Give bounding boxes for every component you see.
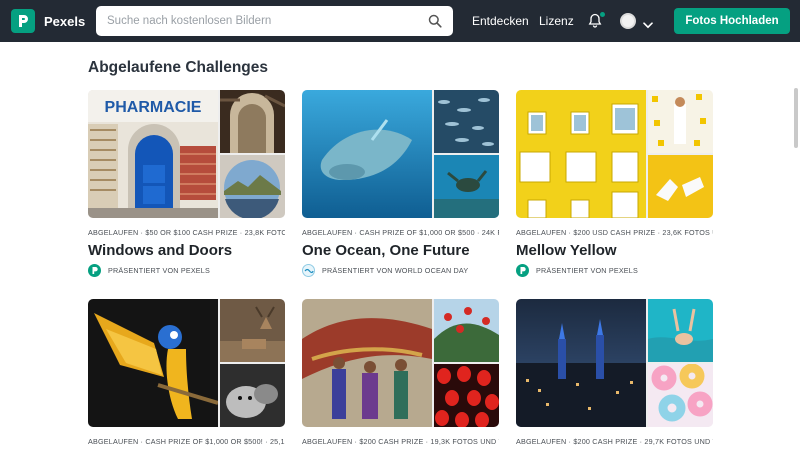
challenge-presenter[interactable]: PRÄSENTIERT VON PEXELS <box>516 264 713 277</box>
world-ocean-day-logo-icon <box>302 264 315 277</box>
challenge-image-mosaic[interactable] <box>302 299 499 427</box>
search-box[interactable] <box>96 6 453 36</box>
dragon-dance-festival-image <box>302 299 432 427</box>
challenge-card[interactable]: PHARMACIE ABGELAUFEN · $50 OR $100 CASH … <box>88 90 285 277</box>
challenge-title[interactable]: One Ocean, One Future <box>302 242 499 259</box>
ornate-window-image <box>220 90 285 153</box>
challenge-card[interactable]: ABGELAUFEN · CASH PRIZE OF $1,000 OR $50… <box>88 299 285 446</box>
challenge-image-mosaic[interactable] <box>88 299 285 427</box>
presenter-label: PRÄSENTIERT VON WORLD OCEAN DAY <box>322 266 469 275</box>
macaw-parrot-image <box>88 299 218 427</box>
challenge-meta: ABGELAUFEN · $200 USD CASH PRIZE · 23,6K… <box>516 228 713 237</box>
upload-photos-button[interactable]: Fotos Hochladen <box>674 8 790 34</box>
challenge-meta: ABGELAUFEN · $50 OR $100 CASH PRIZE · 23… <box>88 228 285 237</box>
deer-image <box>220 299 285 362</box>
pexels-logo[interactable]: Pexels <box>11 9 85 33</box>
challenge-image-mosaic[interactable] <box>516 90 713 218</box>
challenge-meta: ABGELAUFEN · CASH PRIZE OF $1,000 OR $50… <box>302 228 499 237</box>
pool-swimmer-image <box>648 299 713 362</box>
challenge-meta: ABGELAUFEN · $200 CASH PRIZE · 19,3K FOT… <box>302 437 499 446</box>
challenge-meta: ABGELAUFEN · $200 CASH PRIZE · 29,7K FOT… <box>516 437 713 446</box>
pexels-logo-icon <box>88 264 101 277</box>
yellow-pattern-wall-image <box>648 90 713 153</box>
cats-black-white-image <box>220 364 285 427</box>
challenge-title[interactable]: Mellow Yellow <box>516 242 713 259</box>
challenge-card[interactable]: ABGELAUFEN · $200 CASH PRIZE · 19,3K FOT… <box>302 299 499 446</box>
sneakers-yellow-image <box>648 155 713 218</box>
challenge-meta: ABGELAUFEN · CASH PRIZE OF $1,000 OR $50… <box>88 437 285 446</box>
search-icon[interactable] <box>428 14 442 33</box>
avatar[interactable] <box>620 13 636 29</box>
pharmacy-door-image: PHARMACIE <box>88 90 218 218</box>
page-scrollbar[interactable] <box>794 88 798 148</box>
challenge-card[interactable]: ABGELAUFEN · CASH PRIZE OF $1,000 OR $50… <box>302 90 499 277</box>
brand-name: Pexels <box>44 13 86 29</box>
challenge-title[interactable]: Windows and Doors <box>88 242 285 259</box>
challenge-card[interactable]: ABGELAUFEN · $200 CASH PRIZE · 29,7K FOT… <box>516 299 713 446</box>
fish-school-image <box>434 90 499 153</box>
pexels-logo-icon <box>516 264 529 277</box>
donuts-image <box>648 364 713 427</box>
page-title: Abgelaufene Challenges <box>88 59 269 76</box>
city-skyline-night-image <box>516 299 646 427</box>
pexels-logo-icon <box>11 9 35 33</box>
challenge-image-mosaic[interactable] <box>516 299 713 427</box>
challenge-image-mosaic[interactable] <box>302 90 499 218</box>
chevron-down-icon[interactable] <box>643 16 653 34</box>
stingray-image <box>302 90 432 218</box>
svg-text:PHARMACIE: PHARMACIE <box>105 99 202 116</box>
presenter-label: PRÄSENTIERT VON PEXELS <box>108 266 210 275</box>
nav-explore-link[interactable]: Entdecken <box>472 14 529 28</box>
presenter-label: PRÄSENTIERT VON PEXELS <box>536 266 638 275</box>
challenge-presenter[interactable]: PRÄSENTIERT VON WORLD OCEAN DAY <box>302 264 499 277</box>
top-navigation-bar: Pexels Entdecken Lizenz Fotos Hochladen <box>0 0 800 42</box>
challenge-image-mosaic[interactable]: PHARMACIE <box>88 90 285 218</box>
search-input[interactable] <box>107 15 407 27</box>
sea-turtle-image <box>434 155 499 218</box>
red-lanterns-tree-image <box>434 299 499 362</box>
yellow-building-image <box>516 90 646 218</box>
challenge-card[interactable]: ABGELAUFEN · $200 USD CASH PRIZE · 23,6K… <box>516 90 713 277</box>
notification-dot <box>600 12 605 17</box>
challenge-presenter[interactable]: PRÄSENTIERT VON PEXELS <box>88 264 285 277</box>
nav-license-link[interactable]: Lizenz <box>539 14 574 28</box>
round-window-landscape-image <box>220 155 285 218</box>
red-lanterns-image <box>434 364 499 427</box>
